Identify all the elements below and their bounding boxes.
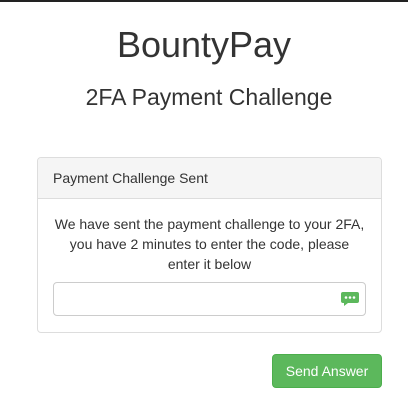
app-title: BountyPay <box>116 24 292 65</box>
page: BountyPay 2FA Payment Challenge Payment … <box>0 0 408 408</box>
challenge-message: We have sent the payment challenge to yo… <box>54 216 365 272</box>
page-subtitle: 2FA Payment Challenge <box>85 84 333 110</box>
code-input-wrapper <box>53 282 366 316</box>
send-answer-button[interactable]: Send Answer <box>272 354 382 388</box>
panel-body: We have sent the payment challenge to yo… <box>38 199 381 331</box>
payment-challenge-panel: Payment Challenge Sent We have sent the … <box>37 157 382 333</box>
challenge-code-input[interactable] <box>54 283 365 315</box>
sms-icon <box>341 292 359 306</box>
top-border <box>0 0 408 2</box>
panel-heading: Payment Challenge Sent <box>38 158 381 199</box>
